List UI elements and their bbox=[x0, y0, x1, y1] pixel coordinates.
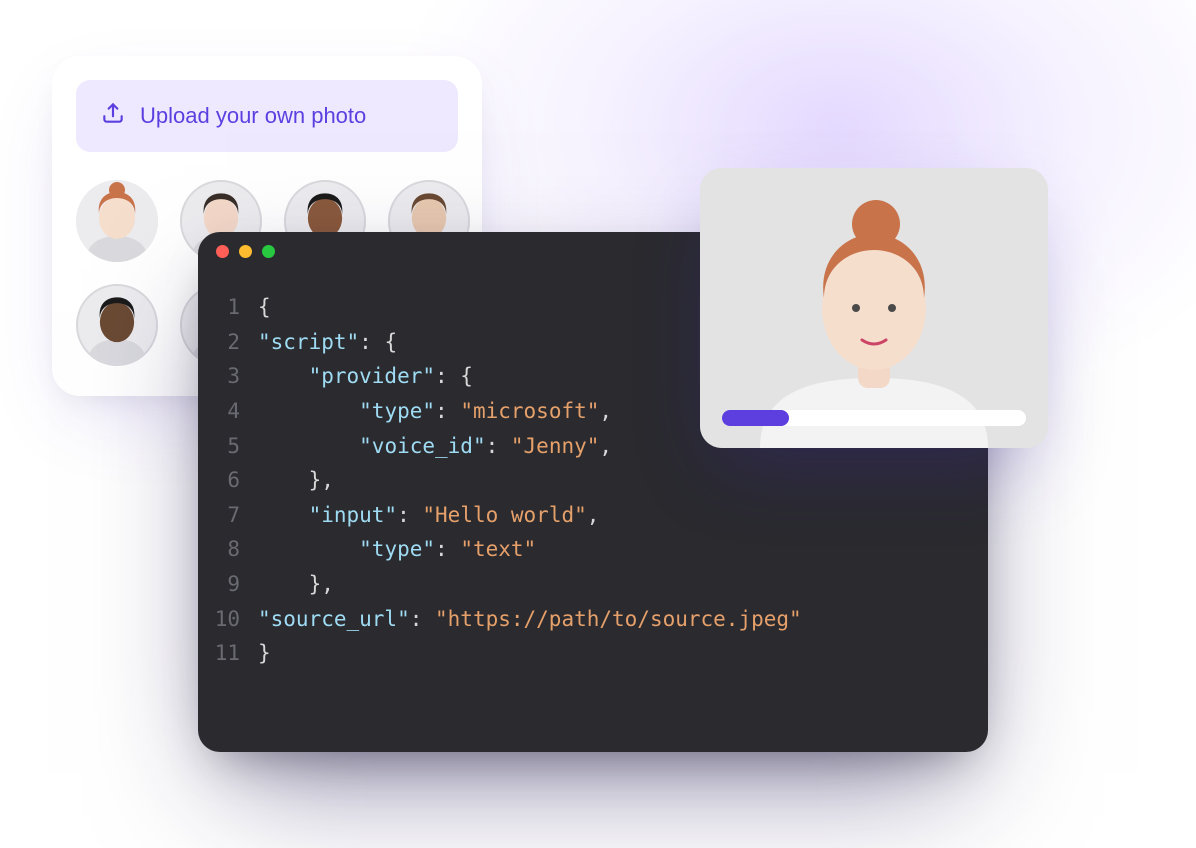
code-line: 10"source_url": "https://path/to/source.… bbox=[198, 602, 988, 637]
code-content: } bbox=[258, 636, 271, 671]
upload-photo-button[interactable]: Upload your own photo bbox=[76, 80, 458, 152]
avatar-1[interactable] bbox=[76, 180, 158, 262]
code-line: 8 "type": "text" bbox=[198, 532, 988, 567]
avatar-5[interactable] bbox=[76, 284, 158, 366]
code-content: "input": "Hello world", bbox=[258, 498, 599, 533]
code-content: "voice_id": "Jenny", bbox=[258, 429, 612, 464]
line-number: 9 bbox=[198, 567, 258, 602]
code-content: }, bbox=[258, 567, 334, 602]
code-content: "script": { bbox=[258, 325, 397, 360]
line-number: 4 bbox=[198, 394, 258, 429]
preview-card bbox=[700, 168, 1048, 448]
code-content: "type": "microsoft", bbox=[258, 394, 612, 429]
code-line: 11} bbox=[198, 636, 988, 671]
maximize-icon[interactable] bbox=[262, 245, 275, 258]
code-content: "provider": { bbox=[258, 359, 473, 394]
line-number: 11 bbox=[198, 636, 258, 671]
minimize-icon[interactable] bbox=[239, 245, 252, 258]
line-number: 7 bbox=[198, 498, 258, 533]
code-line: 6 }, bbox=[198, 463, 988, 498]
code-content: "source_url": "https://path/to/source.jp… bbox=[258, 602, 802, 637]
line-number: 5 bbox=[198, 429, 258, 464]
code-content: { bbox=[258, 290, 271, 325]
preview-image bbox=[700, 168, 1048, 448]
code-content: "type": "text" bbox=[258, 532, 536, 567]
progress-bar[interactable] bbox=[722, 410, 1026, 426]
close-icon[interactable] bbox=[216, 245, 229, 258]
line-number: 3 bbox=[198, 359, 258, 394]
line-number: 10 bbox=[198, 602, 258, 637]
line-number: 8 bbox=[198, 532, 258, 567]
upload-photo-label: Upload your own photo bbox=[140, 103, 366, 129]
line-number: 2 bbox=[198, 325, 258, 360]
code-line: 9 }, bbox=[198, 567, 988, 602]
code-content: }, bbox=[258, 463, 334, 498]
line-number: 6 bbox=[198, 463, 258, 498]
progress-fill bbox=[722, 410, 789, 426]
code-line: 7 "input": "Hello world", bbox=[198, 498, 988, 533]
line-number: 1 bbox=[198, 290, 258, 325]
upload-icon bbox=[100, 100, 126, 132]
